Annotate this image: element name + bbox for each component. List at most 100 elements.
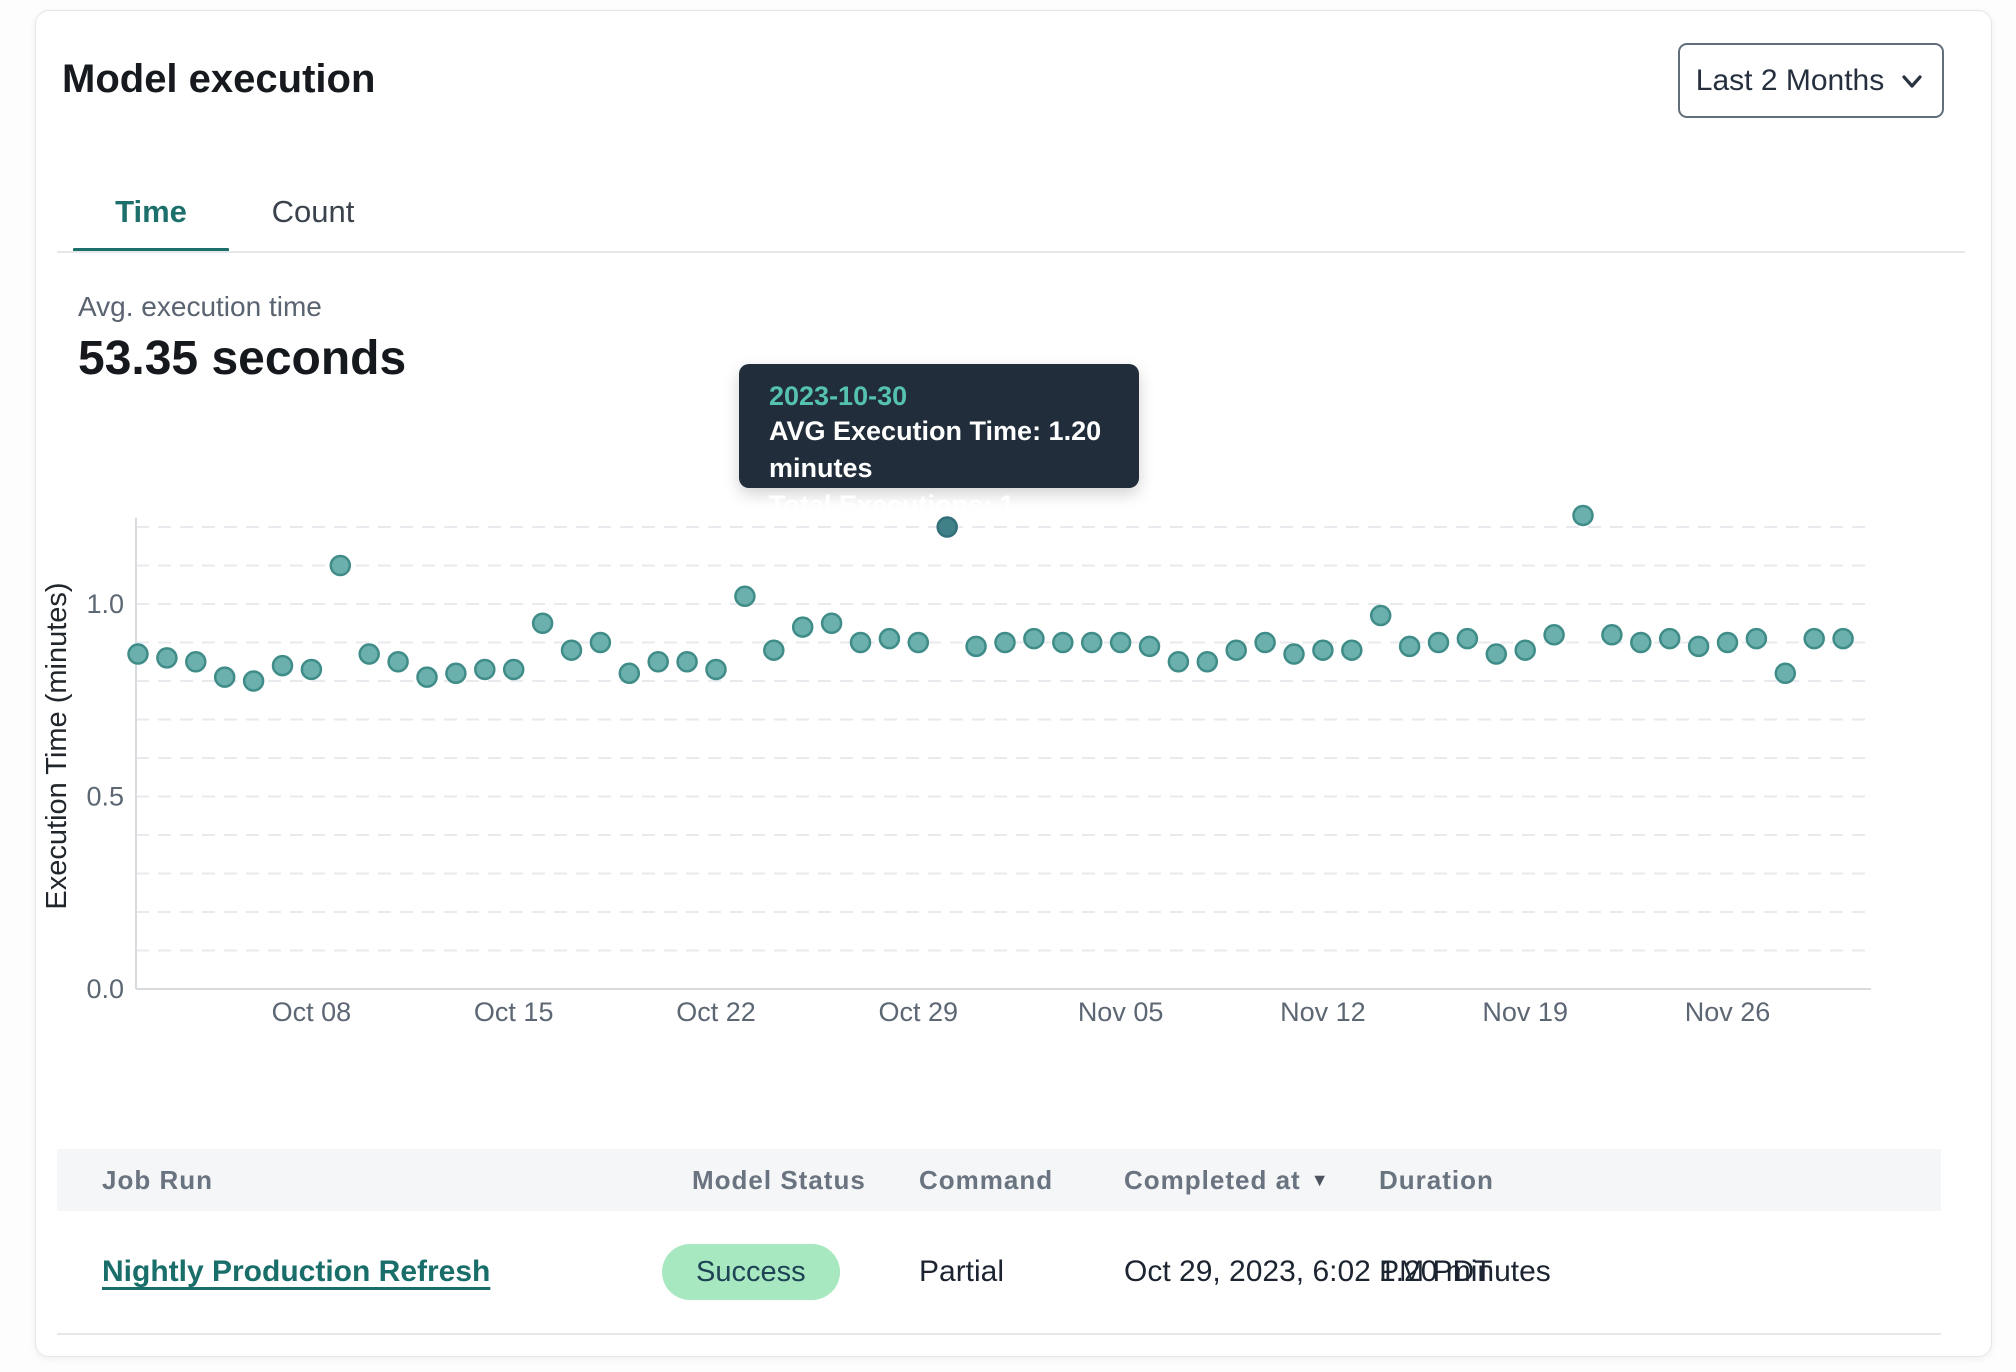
data-point[interactable] [331,556,350,575]
y-tick-label: 0.0 [86,974,124,1004]
data-point[interactable] [1198,652,1217,671]
data-point[interactable] [1024,629,1043,648]
data-point[interactable] [1516,641,1535,660]
model-status-cell: Success [662,1211,840,1333]
data-point[interactable] [1053,633,1072,652]
data-point[interactable] [186,652,205,671]
row-divider [57,1333,1941,1335]
data-point[interactable] [1140,637,1159,656]
data-point[interactable] [215,668,234,687]
avg-execution-time-value: 53.35 seconds [78,331,406,386]
col-duration[interactable]: Duration [1379,1149,1494,1211]
job-run-cell: Nightly Production Refresh [102,1211,490,1333]
tab-time[interactable]: Time [73,187,229,237]
data-point[interactable] [1834,629,1853,648]
data-point[interactable] [360,645,379,664]
data-point[interactable] [649,652,668,671]
data-point[interactable] [389,652,408,671]
x-tick-label: Nov 26 [1685,997,1771,1027]
data-point[interactable] [1545,625,1564,644]
data-point[interactable] [909,633,928,652]
chart-tooltip: 2023-10-30 AVG Execution Time: 1.20 minu… [739,364,1139,488]
data-point[interactable] [851,633,870,652]
data-point[interactable] [735,587,754,606]
command-cell: Partial [919,1211,1004,1333]
data-point[interactable] [418,668,437,687]
x-tick-label: Nov 19 [1482,997,1568,1027]
data-point[interactable] [1313,641,1332,660]
data-point[interactable] [764,641,783,660]
chevron-down-icon [1898,67,1926,95]
scatter-plot: 0.0 0.5 1.0 Oct 08 Oct 15 Oct 22 Oct 29 Nov 05 N… [36,461,1956,1041]
data-point[interactable] [273,656,292,675]
col-command[interactable]: Command [919,1149,1053,1211]
tab-count[interactable]: Count [248,187,378,237]
data-point[interactable] [1487,645,1506,664]
tooltip-total-executions: Total Executions: 1 [769,487,1139,524]
data-point[interactable] [157,648,176,667]
data-point[interactable] [1400,637,1419,656]
y-tick-label: 0.5 [86,782,124,812]
data-point[interactable] [446,664,465,683]
tooltip-avg-execution: AVG Execution Time: 1.20 minutes [769,413,1139,487]
date-range-value: Last 2 Months [1696,64,1884,98]
data-point[interactable] [1776,664,1795,683]
data-point[interactable] [1747,629,1766,648]
data-point[interactable] [562,641,581,660]
data-point[interactable] [880,629,899,648]
data-point[interactable] [1602,625,1621,644]
data-point[interactable] [1111,633,1130,652]
data-point[interactable] [533,614,552,633]
date-range-dropdown[interactable]: Last 2 Months [1678,43,1944,118]
x-tick-label: Oct 29 [879,997,959,1027]
data-point[interactable] [822,614,841,633]
duration-cell: 1.20 minutes [1379,1211,1551,1333]
data-point[interactable] [1660,629,1679,648]
data-point[interactable] [1169,652,1188,671]
y-axis-title: Execution Time (minutes) [41,582,73,909]
data-point[interactable] [1718,633,1737,652]
data-point[interactable] [129,645,148,664]
col-job-run[interactable]: Job Run [102,1149,213,1211]
data-point[interactable] [504,660,523,679]
data-point[interactable] [1805,629,1824,648]
data-point[interactable] [1082,633,1101,652]
data-point[interactable] [1342,641,1361,660]
chart-tabs: Time Count [36,187,1991,253]
data-point[interactable] [707,660,726,679]
data-point[interactable] [1371,606,1390,625]
data-point[interactable] [1227,641,1246,660]
tabs-divider [57,251,1965,253]
x-tick-label: Nov 05 [1078,997,1164,1027]
data-point[interactable] [475,660,494,679]
data-point[interactable] [678,652,697,671]
x-tick-label: Oct 08 [272,997,352,1027]
model-execution-card: Model execution Last 2 Months Time Count… [35,10,1992,1357]
col-model-status[interactable]: Model Status [692,1149,866,1211]
data-point[interactable] [793,618,812,637]
table-row: Nightly Production Refresh Success Parti… [57,1211,1941,1333]
col-completed-at[interactable]: Completed at ▼ [1124,1149,1330,1211]
y-tick-label: 1.0 [86,589,124,619]
x-tick-label: Oct 22 [676,997,756,1027]
sort-desc-icon[interactable]: ▼ [1311,1171,1330,1189]
avg-execution-time-label: Avg. execution time [78,291,322,323]
data-point[interactable] [1574,506,1593,525]
tooltip-date: 2023-10-30 [769,380,1139,413]
execution-time-chart: 0.0 0.5 1.0 Oct 08 Oct 15 Oct 22 Oct 29 Nov 05 N… [36,461,1956,1041]
data-point[interactable] [1285,645,1304,664]
data-point[interactable] [1429,633,1448,652]
data-point[interactable] [1689,637,1708,656]
data-point[interactable] [1631,633,1650,652]
data-point[interactable] [996,633,1015,652]
data-point[interactable] [967,637,986,656]
x-tick-label: Oct 15 [474,997,554,1027]
table-header: Job Run Model Status Command Completed a… [57,1149,1941,1211]
data-point[interactable] [620,664,639,683]
data-point[interactable] [244,672,263,691]
data-point[interactable] [302,660,321,679]
data-point[interactable] [591,633,610,652]
data-point[interactable] [1458,629,1477,648]
job-run-link[interactable]: Nightly Production Refresh [102,1255,490,1289]
data-point[interactable] [1256,633,1275,652]
